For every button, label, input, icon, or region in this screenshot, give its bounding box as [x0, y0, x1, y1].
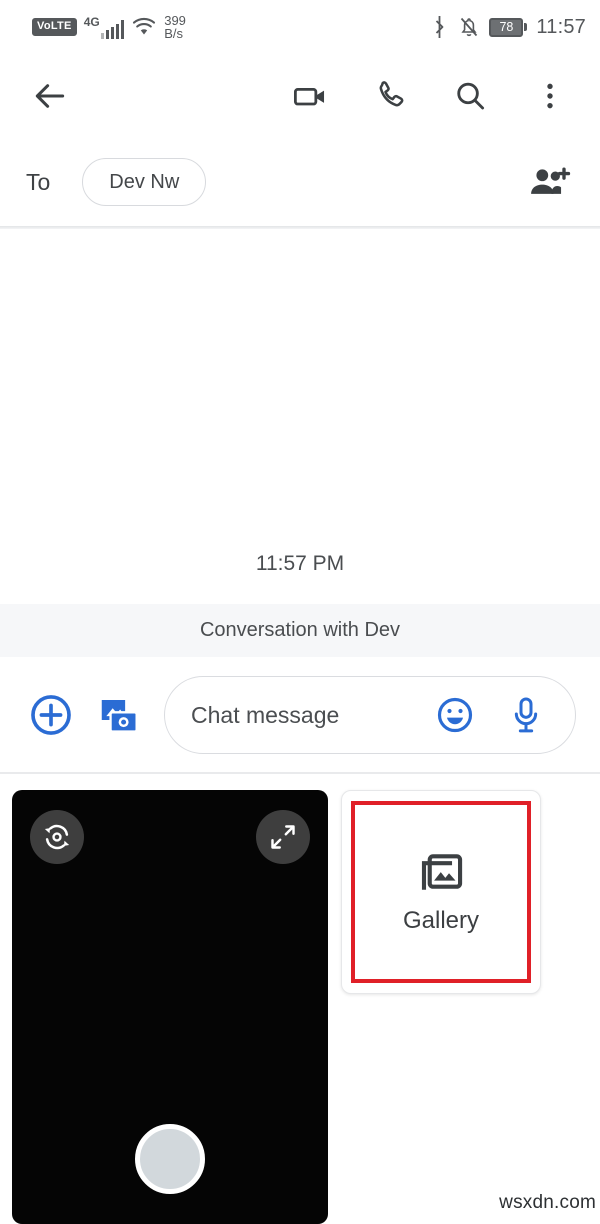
battery-tip: [524, 23, 528, 31]
message-timestamp: 11:57 PM: [255, 552, 345, 575]
recipient-row: To Dev Nw: [0, 138, 600, 226]
message-list: [0, 229, 600, 604]
add-people-icon[interactable]: [526, 158, 574, 206]
to-label: To: [26, 168, 51, 195]
expand-fullscreen-icon[interactable]: [256, 810, 310, 864]
gallery-button[interactable]: Gallery: [341, 790, 541, 994]
chat-message-input[interactable]: Chat message: [164, 676, 576, 754]
bell-off-icon: [458, 15, 480, 39]
data-speed-unit: B/s: [164, 26, 184, 41]
chat-input-actions: [435, 695, 543, 735]
conversation-banner: Conversation with Dev: [0, 604, 600, 657]
more-vertical-icon[interactable]: [522, 68, 578, 124]
cellular-signal-icon: 4G: [84, 16, 125, 39]
recipient-chip[interactable]: Dev Nw: [82, 158, 207, 206]
camera-preview[interactable]: [12, 790, 328, 1224]
messaging-screen: VoLTE 4G 399 B/s 78 11:57 To Dev Nw 11:5…: [0, 0, 600, 1224]
toolbar-actions: [282, 68, 578, 124]
status-bar-right: 78 11:57: [430, 15, 586, 39]
signal-bars-icon: [100, 19, 125, 39]
status-bar-left: VoLTE 4G 399 B/s: [32, 14, 186, 40]
shutter-button[interactable]: [135, 1124, 205, 1194]
network-type-label: 4G: [83, 14, 100, 29]
gallery-label: Gallery: [402, 907, 480, 934]
data-speed-indicator: 399 B/s: [164, 14, 186, 40]
chat-input-placeholder: Chat message: [191, 701, 340, 728]
status-bar: VoLTE 4G 399 B/s 78 11:57: [0, 0, 600, 54]
search-icon[interactable]: [442, 68, 498, 124]
status-bar-clock: 11:57: [536, 15, 586, 38]
plus-circle-icon[interactable]: [24, 688, 78, 742]
attachment-panel: Gallery TOP CONTA M Maa Jio D Dilpreet ▲…: [0, 774, 600, 1224]
volte-indicator: VoLTE: [32, 18, 77, 36]
gallery-highlight-box: Gallery: [351, 801, 531, 983]
app-toolbar: [0, 54, 600, 138]
battery-level-label: 78: [489, 17, 524, 37]
photo-camera-icon[interactable]: [92, 688, 146, 742]
microphone-icon[interactable]: [509, 695, 543, 735]
video-camera-icon[interactable]: [282, 68, 338, 124]
photo-library-icon: [415, 849, 467, 901]
back-arrow-icon[interactable]: [22, 68, 78, 124]
bluetooth-icon: [430, 15, 449, 39]
phone-icon[interactable]: [362, 68, 418, 124]
battery-indicator: 78: [489, 17, 528, 37]
wifi-icon: [131, 17, 157, 37]
emoji-smiley-icon[interactable]: [435, 695, 475, 735]
camera-flip-icon[interactable]: [30, 810, 84, 864]
watermark: wsxdn.com: [499, 1192, 596, 1213]
chat-input-bar: Chat message: [0, 657, 600, 773]
